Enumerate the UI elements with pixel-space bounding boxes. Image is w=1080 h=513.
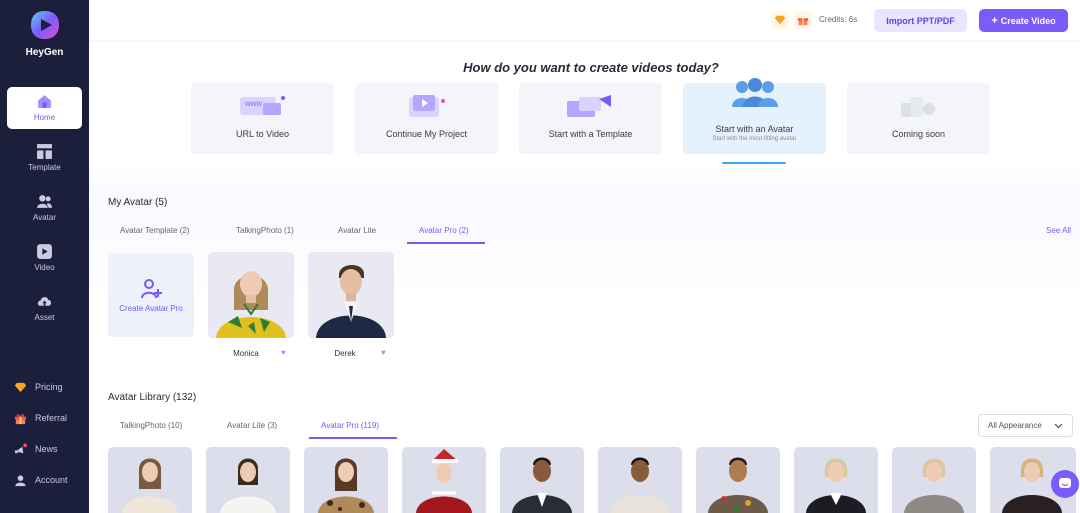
add-user-icon <box>141 279 162 299</box>
create-avatar-pro-button[interactable]: Create Avatar Pro <box>108 253 194 337</box>
sidebar-item-label: Video <box>34 263 55 272</box>
svg-text:WWW: WWW <box>245 102 262 108</box>
library-avatar-card[interactable] <box>598 447 682 513</box>
avatar-illustration-icon <box>732 78 778 107</box>
option-label: Start with a Template <box>548 129 633 139</box>
option-url-to-video[interactable]: WWW URL to Video <box>191 83 334 154</box>
tab-active-underline <box>309 437 397 439</box>
appearance-filter-value: All Appearance <box>988 421 1042 430</box>
tab-avatar-lite[interactable]: Avatar Lite <box>338 226 376 235</box>
sidebar-item-avatar[interactable]: Avatar <box>7 187 82 229</box>
option-start-template[interactable]: Start with a Template <box>519 83 662 154</box>
credits-display: Credits: 6s <box>819 15 858 24</box>
chat-icon <box>1059 478 1071 488</box>
favorite-heart-icon[interactable]: ♥ <box>381 348 389 357</box>
diamond-badge-icon[interactable] <box>771 11 789 29</box>
library-avatar-card[interactable] <box>304 447 388 513</box>
sidebar-item-referral[interactable]: Referral <box>14 410 67 426</box>
library-avatar-card[interactable] <box>696 447 780 513</box>
derek-portrait <box>308 252 394 338</box>
create-video-label: Create Video <box>1000 15 1056 26</box>
avatar-name: Derek <box>334 349 356 358</box>
asset-icon <box>37 297 52 306</box>
sidebar-item-label: Pricing <box>35 382 63 392</box>
sidebar-item-account[interactable]: Account <box>14 472 68 488</box>
library-avatar-card[interactable] <box>500 447 584 513</box>
tab-library-talkingphoto[interactable]: TalkingPhoto (10) <box>120 421 182 430</box>
gift-badge-icon[interactable] <box>794 11 812 29</box>
see-all-link[interactable]: See All <box>1046 226 1071 235</box>
create-avatar-label: Create Avatar Pro <box>119 304 183 313</box>
sidebar-item-news[interactable]: News <box>14 441 58 457</box>
option-coming-soon: Coming soon <box>847 83 990 154</box>
sidebar-item-home[interactable]: Home <box>7 87 82 129</box>
sidebar-item-asset[interactable]: Asset <box>7 287 82 329</box>
option-continue-project[interactable]: Continue My Project <box>355 83 498 154</box>
avatar-name: Monica <box>233 349 259 358</box>
chat-support-button[interactable] <box>1051 470 1079 498</box>
page-question: How do you want to create videos today? <box>463 60 719 75</box>
diamond-icon <box>14 382 27 392</box>
sidebar-item-label: Home <box>33 113 56 122</box>
favorite-heart-icon[interactable]: ♥ <box>281 348 289 357</box>
coming-soon-illustration-icon <box>901 97 935 117</box>
tab-talkingphoto[interactable]: TalkingPhoto (1) <box>236 226 294 235</box>
sidebar-item-pricing[interactable]: Pricing <box>14 379 63 395</box>
option-sublabel: Start with the most fitting avatar <box>712 136 797 142</box>
video-icon <box>37 244 52 259</box>
selected-indicator <box>722 162 786 164</box>
heygen-logo-icon[interactable] <box>28 8 62 42</box>
project-illustration-icon <box>409 95 445 117</box>
import-ppt-pdf-button[interactable]: Import PPT/PDF <box>874 9 967 32</box>
avatar-card-derek[interactable] <box>308 252 394 338</box>
sidebar-item-video[interactable]: Video <box>7 237 82 279</box>
news-icon <box>14 442 27 453</box>
create-video-button[interactable]: + Create Video <box>979 9 1068 32</box>
sidebar-item-label: Account <box>35 475 68 485</box>
option-label: URL to Video <box>235 129 290 139</box>
home-icon <box>38 95 51 108</box>
tab-active-underline <box>407 242 485 244</box>
brand-name: HeyGen <box>25 47 64 58</box>
gift-icon <box>14 413 27 424</box>
chevron-down-icon <box>1054 423 1063 429</box>
user-icon <box>15 474 26 486</box>
sidebar-item-label: News <box>35 444 58 454</box>
library-avatar-card[interactable] <box>402 447 486 513</box>
template-illustration-icon <box>567 95 611 117</box>
library-avatar-card[interactable] <box>892 447 976 513</box>
avatar-icon <box>37 195 52 208</box>
option-start-avatar[interactable]: Start with an Avatar Start with the most… <box>683 78 826 154</box>
library-avatar-card[interactable] <box>108 447 192 513</box>
sidebar-item-template[interactable]: Template <box>7 137 82 179</box>
option-label: Start with an Avatar <box>715 124 794 134</box>
template-icon <box>37 144 52 159</box>
sidebar-item-label: Asset <box>34 313 55 322</box>
url-illustration-icon: WWW <box>240 96 285 115</box>
option-label: Coming soon <box>891 129 946 139</box>
tab-library-avatar-pro[interactable]: Avatar Pro (119) <box>321 421 379 430</box>
plus-icon: + <box>991 14 998 27</box>
sidebar-item-label: Template <box>28 163 61 172</box>
sidebar-item-label: Avatar <box>33 213 56 222</box>
library-avatar-card[interactable] <box>794 447 878 513</box>
appearance-filter-select[interactable]: All Appearance <box>978 414 1073 437</box>
sidebar-item-label: Referral <box>35 413 68 423</box>
tab-library-avatar-lite[interactable]: Avatar Lite (3) <box>227 421 277 430</box>
my-avatar-title: My Avatar (5) <box>108 197 168 208</box>
avatar-card-monica[interactable] <box>208 252 294 338</box>
library-avatar-card[interactable] <box>206 447 290 513</box>
option-label: Continue My Project <box>385 129 468 139</box>
tab-avatar-pro[interactable]: Avatar Pro (2) <box>419 226 469 235</box>
tab-avatar-template[interactable]: Avatar Template (2) <box>120 226 190 235</box>
sidebar: HeyGen Home Template Avatar Video Asset … <box>0 0 89 513</box>
monica-portrait <box>208 252 294 338</box>
avatar-library-title: Avatar Library (132) <box>108 392 197 403</box>
